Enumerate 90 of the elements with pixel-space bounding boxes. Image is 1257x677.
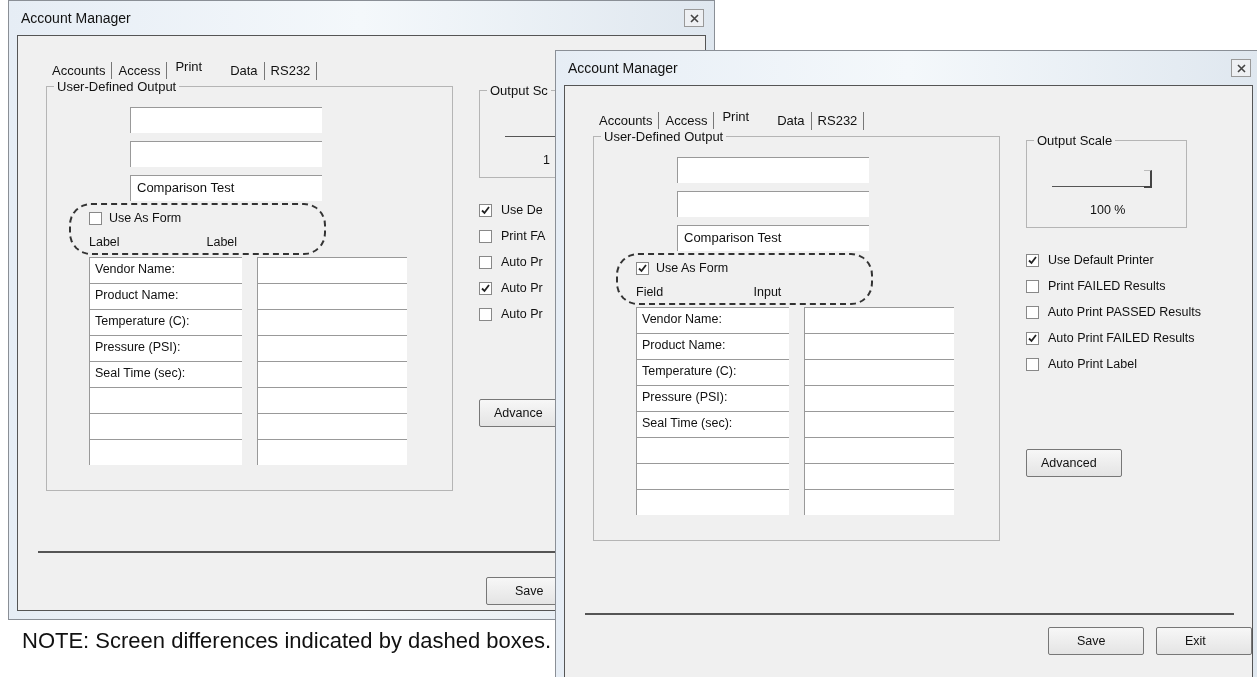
checkbox-label: Auto Pr <box>501 281 543 295</box>
checkbox[interactable] <box>1026 357 1039 371</box>
group-title: User-Defined Output <box>54 79 180 94</box>
column-header: Input <box>753 285 783 299</box>
window-title: Account Manager <box>568 60 678 76</box>
checkbox[interactable] <box>1026 331 1039 345</box>
checkbox-label: Auto Print PASSED Results <box>1047 305 1201 319</box>
group-title: Output Sc <box>487 83 551 98</box>
grid-field[interactable] <box>89 439 242 465</box>
grid-field[interactable] <box>804 385 954 411</box>
text-field[interactable]: Comparison Test <box>677 225 869 251</box>
group-title: Output Scale <box>1034 133 1116 148</box>
grid-field[interactable] <box>89 387 242 413</box>
close-icon <box>689 13 699 23</box>
grid-field[interactable] <box>257 387 407 413</box>
checkbox[interactable] <box>479 229 492 243</box>
note-text: NOTE: Screen differences indicated by dashed boxes. <box>22 628 552 654</box>
scale-reading: 1 <box>543 153 550 167</box>
grid-field[interactable]: Pressure (PSI): <box>89 335 242 361</box>
advanced-button[interactable]: Advanced <box>1026 449 1122 477</box>
grid-field[interactable]: Temperature (C): <box>636 359 789 385</box>
grid-field[interactable] <box>257 309 407 335</box>
grid-field[interactable]: Vendor Name: <box>89 257 242 283</box>
grid-field[interactable] <box>804 359 954 385</box>
grid-field[interactable]: Temperature (C): <box>89 309 242 335</box>
group-title: User-Defined Output <box>601 129 727 144</box>
checkbox-label: Auto Print FAILED Results <box>1048 331 1195 345</box>
checkbox[interactable] <box>479 281 492 295</box>
dialog-button[interactable]: Exit <box>1156 627 1252 655</box>
grid-field[interactable]: Pressure (PSI): <box>636 385 789 411</box>
checkbox[interactable] <box>1026 305 1039 319</box>
close-button[interactable] <box>684 9 704 27</box>
grid-field[interactable] <box>636 463 789 489</box>
grid-field[interactable] <box>636 437 789 463</box>
checkbox[interactable] <box>1026 253 1039 267</box>
checkbox[interactable] <box>479 203 492 217</box>
slider-track[interactable] <box>1052 171 1152 187</box>
tab[interactable]: Print <box>167 59 225 80</box>
column-header: Label <box>89 235 121 249</box>
grid-field[interactable]: Product Name: <box>89 283 242 309</box>
checkbox[interactable] <box>479 307 492 321</box>
grid-field[interactable] <box>636 489 789 515</box>
close-button[interactable] <box>1231 59 1251 77</box>
grid-field[interactable] <box>257 283 407 309</box>
checkbox-label: Auto Pr <box>501 255 543 269</box>
grid-field[interactable] <box>804 307 954 333</box>
text-field[interactable] <box>677 191 869 217</box>
grid-field[interactable] <box>804 437 954 463</box>
checkbox[interactable] <box>479 255 492 269</box>
text-field[interactable]: Comparison Test <box>130 175 322 201</box>
tab[interactable]: Print <box>714 109 772 130</box>
grid-field[interactable] <box>804 489 954 515</box>
grid-field[interactable] <box>257 439 407 465</box>
scale-reading: 100 % <box>1090 203 1126 217</box>
grid-field[interactable] <box>804 463 954 489</box>
checkbox[interactable] <box>1026 279 1039 293</box>
checkbox-label: Use As Form <box>656 261 729 275</box>
column-header: Label <box>206 235 239 249</box>
grid-field[interactable]: Seal Time (sec): <box>636 411 789 437</box>
close-icon <box>1236 63 1246 73</box>
grid-field[interactable] <box>257 257 407 283</box>
text-field[interactable] <box>130 141 322 167</box>
grid-field[interactable]: Vendor Name: <box>636 307 789 333</box>
grid-field[interactable] <box>804 411 954 437</box>
checkbox-label: Print FA <box>501 229 546 243</box>
checkbox-label: Use De <box>501 203 543 217</box>
grid-field[interactable] <box>89 413 242 439</box>
tab[interactable]: Data <box>771 112 812 130</box>
text-field[interactable] <box>677 157 869 183</box>
grid-field[interactable] <box>257 361 407 387</box>
checkbox[interactable] <box>89 211 102 225</box>
grid-field[interactable] <box>257 413 407 439</box>
tab[interactable]: Data <box>224 62 265 80</box>
checkbox-label: Auto Print Label <box>1048 357 1137 371</box>
grid-field[interactable] <box>257 335 407 361</box>
text-field[interactable] <box>130 107 322 133</box>
grid-field[interactable]: Product Name: <box>636 333 789 359</box>
window-title: Account Manager <box>21 10 131 26</box>
dialog-button[interactable]: Save <box>1048 627 1144 655</box>
grid-field[interactable] <box>804 333 954 359</box>
checkbox-label: Use As Form <box>109 211 182 225</box>
grid-field[interactable]: Seal Time (sec): <box>89 361 242 387</box>
column-header: Field <box>636 285 665 299</box>
tab[interactable]: RS232 <box>264 62 318 80</box>
tab[interactable]: RS232 <box>811 112 865 130</box>
checkbox[interactable] <box>636 261 649 275</box>
slider-thumb[interactable] <box>1144 170 1152 188</box>
checkbox-label: Print FAILED Results <box>1048 279 1166 293</box>
checkbox-label: Use Default Printer <box>1048 253 1154 267</box>
checkbox-label: Auto Pr <box>501 307 543 321</box>
